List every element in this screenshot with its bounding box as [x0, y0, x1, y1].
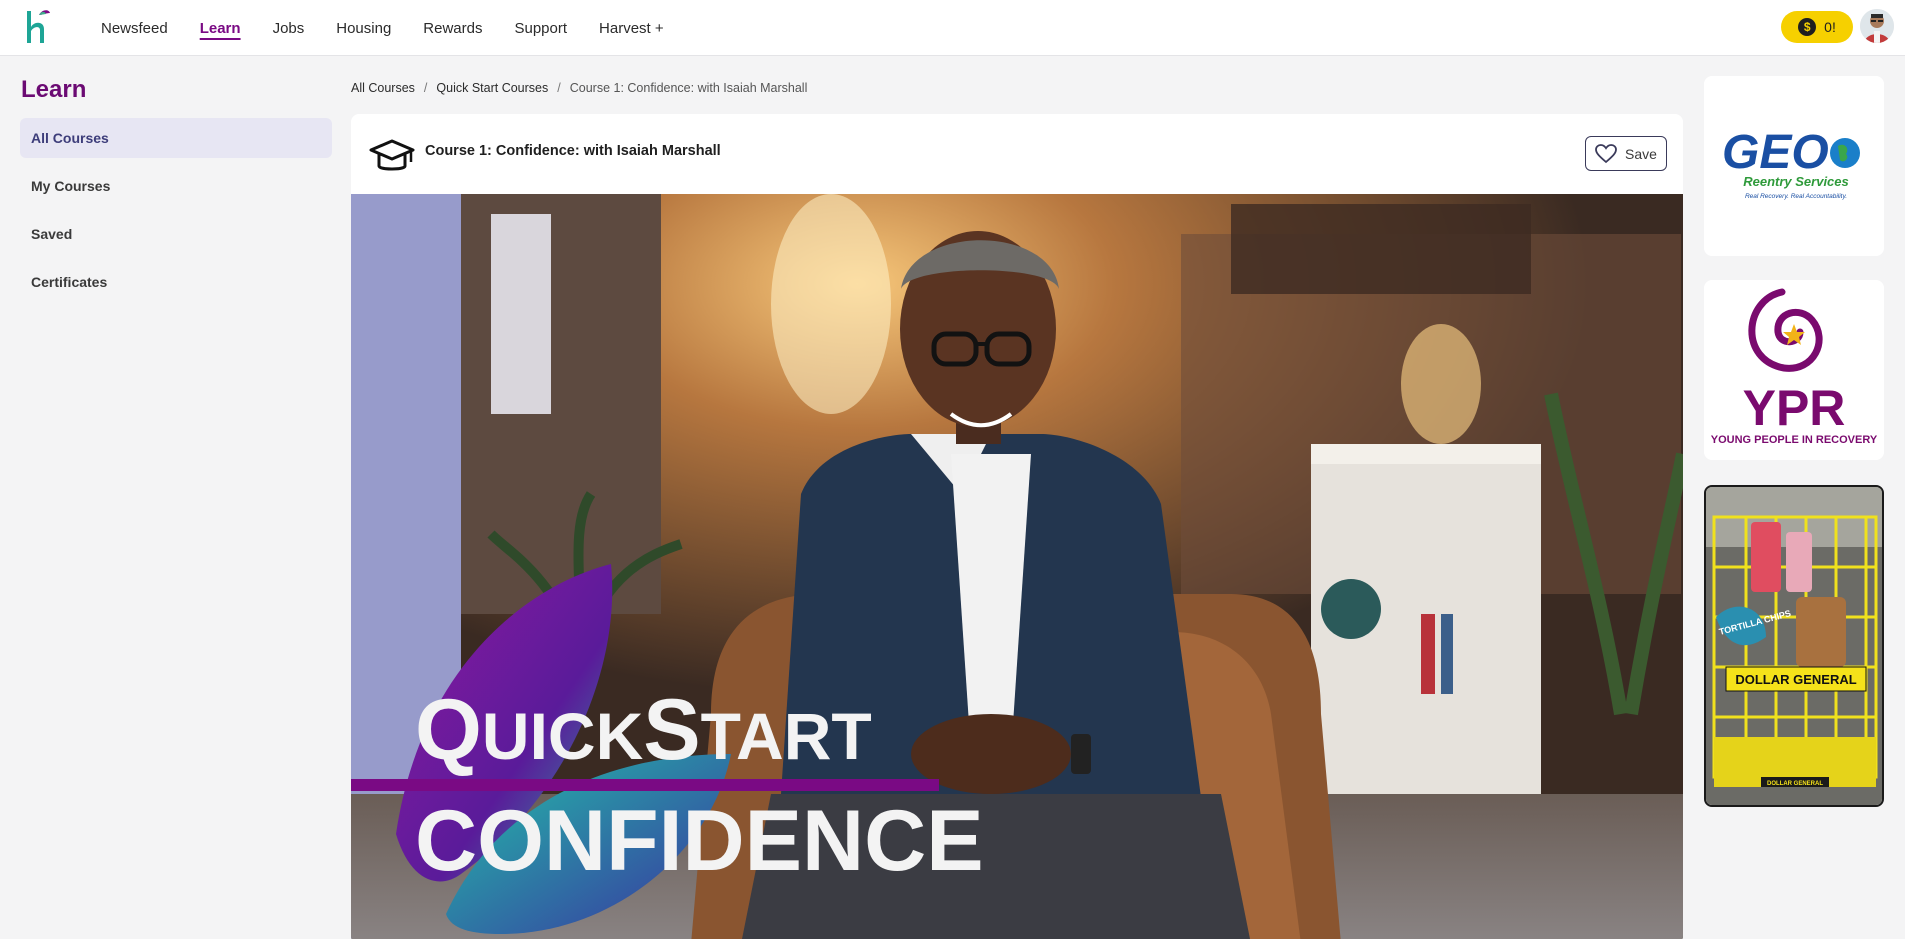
breadcrumb-quick-start-courses[interactable]: Quick Start Courses	[436, 81, 548, 95]
breadcrumb-all-courses[interactable]: All Courses	[351, 81, 415, 95]
course-card: Course 1: Confidence: with Isaiah Marsha…	[351, 114, 1683, 939]
save-button-label: Save	[1625, 145, 1657, 162]
sidebar-item-all-courses[interactable]: All Courses	[20, 118, 332, 158]
nav-newsfeed[interactable]: Newsfeed	[101, 20, 168, 37]
ad-geo-reentry[interactable]: GEO Reentry Services Real Recovery. Real…	[1704, 76, 1884, 256]
nav-jobs[interactable]: Jobs	[273, 20, 305, 37]
top-navigation-bar: Newsfeed Learn Jobs Housing Rewards Supp…	[0, 0, 1905, 56]
sidebar-item-certificates[interactable]: Certificates	[20, 262, 332, 302]
course-title: Course 1: Confidence: with Isaiah Marsha…	[425, 143, 721, 159]
breadcrumb-separator: /	[423, 81, 428, 95]
sidebar-item-my-courses[interactable]: My Courses	[20, 166, 332, 206]
avatar-icon	[1860, 9, 1894, 43]
nav-rewards[interactable]: Rewards	[423, 20, 482, 37]
svg-text:DOLLAR GENERAL: DOLLAR GENERAL	[1767, 781, 1823, 787]
dollar-general-cart-image: TORTILLA CHIPS DOLLAR GENERAL DOLLAR GEN…	[1706, 487, 1882, 805]
svg-text:YPR: YPR	[1743, 380, 1846, 436]
heart-icon	[1595, 143, 1617, 163]
breadcrumb-current: Course 1: Confidence: with Isaiah Marsha…	[569, 81, 808, 95]
course-hero-image[interactable]: QUICKSTART CONFIDENCE	[351, 194, 1683, 939]
user-avatar[interactable]	[1860, 9, 1894, 43]
svg-text:DOLLAR GENERAL: DOLLAR GENERAL	[1735, 672, 1856, 687]
coin-icon: $	[1798, 18, 1817, 36]
nav-learn[interactable]: Learn	[200, 20, 241, 37]
save-button[interactable]: Save	[1585, 136, 1667, 171]
geo-logo: GEO Reentry Services Real Recovery. Real…	[1722, 126, 1860, 200]
nav-harvest-plus[interactable]: Harvest +	[599, 20, 664, 37]
course-header: Course 1: Confidence: with Isaiah Marsha…	[351, 114, 1683, 194]
ypr-logo: YPR YOUNG PEOPLE IN RECOVERY	[1711, 288, 1878, 446]
svg-text:Reentry Services: Reentry Services	[1743, 174, 1849, 189]
main-nav: Newsfeed Learn Jobs Housing Rewards Supp…	[101, 0, 696, 56]
svg-text:YOUNG PEOPLE IN RECOVERY: YOUNG PEOPLE IN RECOVERY	[1711, 434, 1878, 446]
sidebar-item-saved[interactable]: Saved	[20, 214, 332, 254]
nav-support[interactable]: Support	[514, 20, 567, 37]
harvest-logo-icon[interactable]	[24, 7, 54, 47]
hero-title-line2: CONFIDENCE	[415, 793, 984, 889]
graduation-cap-icon	[369, 139, 415, 171]
ad-dollar-general[interactable]: TORTILLA CHIPS DOLLAR GENERAL DOLLAR GEN…	[1704, 485, 1884, 807]
breadcrumb-separator: /	[557, 81, 561, 95]
svg-text:Real Recovery. Real Accountabi: Real Recovery. Real Accountability.	[1745, 193, 1847, 200]
breadcrumb: All Courses / Quick Start Courses / Cour…	[351, 81, 807, 95]
coin-balance-badge[interactable]: $ 0!	[1781, 11, 1853, 43]
svg-text:GEO: GEO	[1722, 126, 1829, 179]
ad-young-people-in-recovery[interactable]: YPR YOUNG PEOPLE IN RECOVERY	[1704, 280, 1884, 460]
coin-balance-value: 0!	[1824, 19, 1836, 35]
nav-housing[interactable]: Housing	[336, 20, 391, 37]
hero-illustration: QUICKSTART CONFIDENCE	[351, 194, 1683, 939]
learn-sidebar: Learn All Courses My Courses Saved Certi…	[20, 76, 332, 310]
sidebar-title: Learn	[21, 76, 87, 103]
